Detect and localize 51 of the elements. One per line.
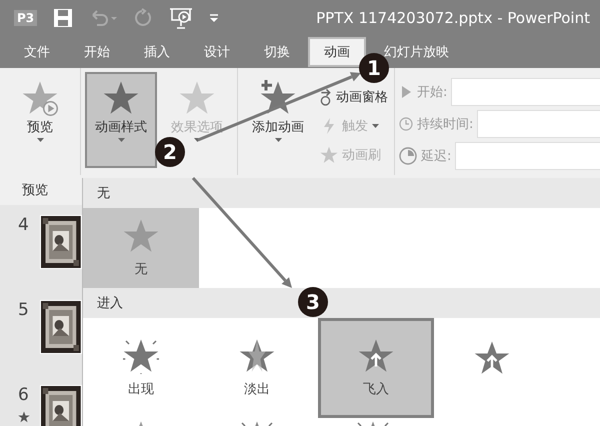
star-icon xyxy=(260,80,296,116)
star-icon xyxy=(22,80,58,116)
field-label: 延迟: xyxy=(421,148,452,165)
group-label: 预览 xyxy=(21,182,49,199)
slide-number: 4 xyxy=(18,215,30,235)
caret-icon xyxy=(118,138,124,142)
animation-effect[interactable]: 无 xyxy=(83,208,199,288)
delay-clock-icon xyxy=(399,147,417,165)
slideshow-icon[interactable] xyxy=(169,7,194,29)
animation-pane-icon xyxy=(320,88,332,106)
ribbon-tab[interactable]: 动画 xyxy=(308,37,366,67)
ribbon-tab[interactable]: 插入 xyxy=(128,37,186,67)
ribbon-small-button[interactable]: 动画窗格 xyxy=(318,84,390,110)
star-icon xyxy=(103,80,139,116)
field-label: 开始: xyxy=(417,84,448,101)
play-icon xyxy=(399,85,413,99)
star-icon xyxy=(179,80,215,116)
animation-star-icon xyxy=(18,411,30,423)
customize-menu-icon[interactable] xyxy=(209,13,220,23)
caret-icon xyxy=(274,138,282,142)
star-icon xyxy=(239,338,275,374)
ribbon-tab[interactable]: 设计 xyxy=(188,37,246,67)
redo-icon[interactable] xyxy=(133,8,154,28)
caret-icon xyxy=(372,124,379,128)
callout-marker: 3 xyxy=(298,287,328,317)
animation-effect[interactable]: 飞入 xyxy=(318,318,434,418)
ribbon-tab[interactable]: 切换 xyxy=(248,37,306,67)
caret-icon xyxy=(194,138,200,142)
star-icon xyxy=(123,218,159,254)
slide-number: 5 xyxy=(18,300,30,320)
field-label: 持续时间: xyxy=(417,116,474,133)
slide-number: 6 xyxy=(18,385,30,405)
window-title: PPTX 1174203072.pptx - PowerPoint xyxy=(316,9,590,27)
star-icon xyxy=(123,338,159,374)
section-header: 无 xyxy=(83,178,600,208)
star-icon xyxy=(358,338,394,374)
ribbon-tab[interactable]: 开始 xyxy=(68,37,126,67)
ribbon-tab[interactable]: 文件 xyxy=(8,37,66,67)
save-icon[interactable] xyxy=(53,8,74,28)
ribbon-button[interactable]: 预览 xyxy=(4,72,76,168)
star-brush-icon xyxy=(320,146,338,164)
clock-icon xyxy=(399,117,413,131)
callout-marker: 2 xyxy=(155,137,185,167)
input-field[interactable] xyxy=(451,78,600,106)
star-icon xyxy=(474,340,510,376)
input-field[interactable] xyxy=(477,110,600,138)
ribbon-button[interactable]: 添加动画 xyxy=(242,72,314,168)
app-icon[interactable]: P3 xyxy=(14,10,38,26)
caret-icon xyxy=(36,138,44,142)
input-field[interactable] xyxy=(455,142,600,170)
ribbon-button[interactable]: 动画样式 xyxy=(85,72,157,168)
